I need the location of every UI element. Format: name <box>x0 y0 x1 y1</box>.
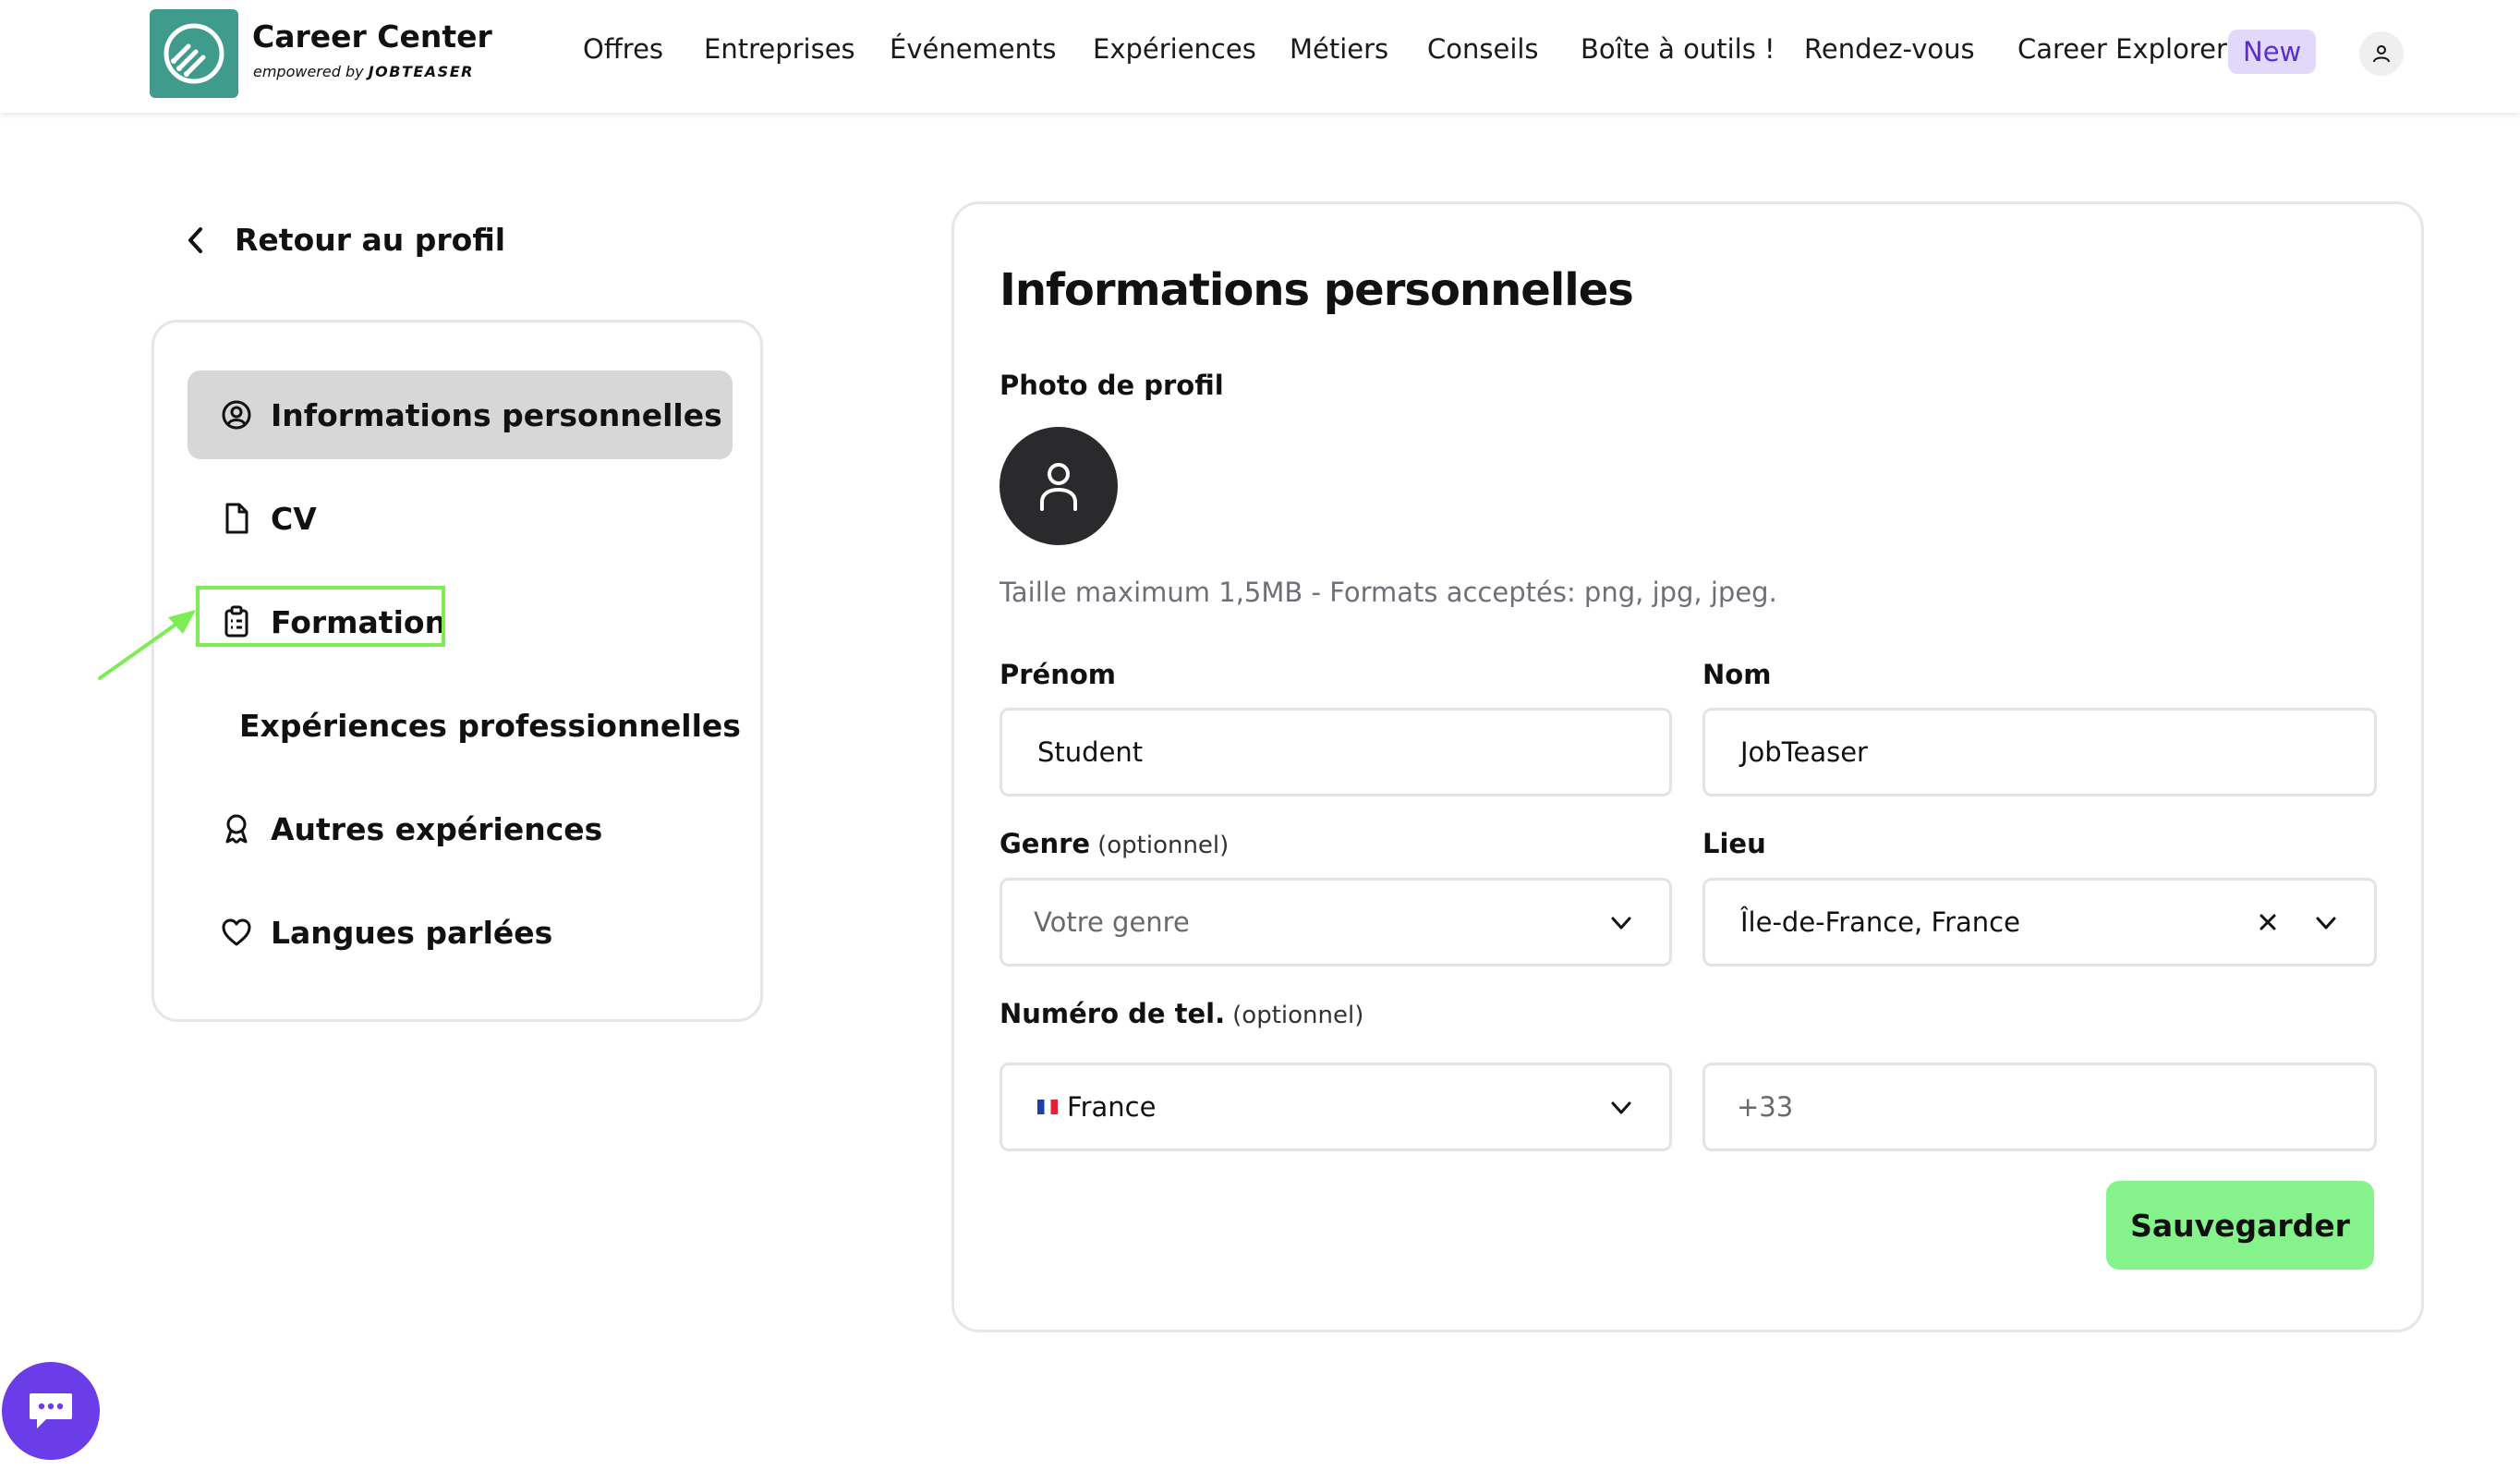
logo-icon <box>164 23 224 84</box>
last-name-value: JobTeaser <box>1740 736 1868 768</box>
gender-placeholder: Votre genre <box>1034 906 1190 938</box>
phone-label: Numéro de tel. (optionnel) <box>1000 998 1364 1029</box>
save-button[interactable]: Sauvegarder <box>2106 1181 2374 1270</box>
phone-number-field[interactable]: +33 <box>1702 1063 2377 1151</box>
sidebar-item-label: CV <box>271 500 317 537</box>
gender-label: Genre (optionnel) <box>1000 828 1230 859</box>
nav-entreprises[interactable]: Entreprises <box>704 33 855 65</box>
sidebar-item-informations-personnelles[interactable]: Informations personnelles <box>188 371 733 459</box>
formation-highlight-box <box>196 586 445 647</box>
profile-photo-upload[interactable] <box>1000 427 1118 545</box>
close-icon[interactable] <box>2256 910 2280 934</box>
back-to-profile-link[interactable]: Retour au profil <box>187 222 505 258</box>
sidebar-item-label: Informations personnelles <box>271 396 722 433</box>
sidebar-item-cv[interactable]: CV <box>188 474 733 563</box>
new-badge: New <box>2228 30 2317 74</box>
sidebar-item-label: Langues parlées <box>271 914 553 951</box>
phone-placeholder: +33 <box>1737 1091 1794 1123</box>
page-title: Informations personnelles <box>1000 264 1634 316</box>
phone-country-select[interactable]: France <box>1000 1063 1672 1151</box>
sidebar-item-label: Autres expériences <box>271 810 603 847</box>
nav-rendez-vous[interactable]: Rendez-vous <box>1804 33 1975 65</box>
chevron-left-icon <box>188 226 202 253</box>
annotation-arrow-icon <box>98 610 196 680</box>
award-icon <box>225 814 248 845</box>
nav-conseils[interactable]: Conseils <box>1427 33 1539 65</box>
sidebar-item-autres-experiences[interactable]: Autres expériences <box>188 784 733 873</box>
career-center-logo[interactable] <box>150 9 238 98</box>
france-flag-icon <box>1037 1100 1058 1114</box>
nav-evenements[interactable]: Événements <box>890 33 1057 65</box>
chevron-down-icon <box>2316 917 2336 930</box>
user-circle-icon <box>222 400 251 430</box>
country-value: France <box>1067 1091 1157 1123</box>
location-label: Lieu <box>1702 828 1766 859</box>
photo-hint: Taille maximum 1,5MB - Formats acceptés:… <box>1000 577 1777 608</box>
chat-support-button[interactable] <box>2 1362 100 1460</box>
photo-label: Photo de profil <box>1000 370 1224 401</box>
sidebar-item-langues-parlees[interactable]: Langues parlées <box>188 888 733 977</box>
document-icon <box>225 503 248 534</box>
chevron-down-icon <box>1611 1101 1631 1114</box>
last-name-field[interactable]: JobTeaser <box>1702 708 2377 796</box>
brand-title: Career Center <box>252 18 492 55</box>
chevron-down-icon <box>1611 917 1631 930</box>
last-name-label: Nom <box>1702 659 1772 690</box>
optional-tag: (optionnel) <box>1097 832 1230 859</box>
profile-sidebar: Informations personnelles CV Formation E… <box>151 320 763 1022</box>
nav-metiers[interactable]: Métiers <box>1290 33 1388 65</box>
first-name-value: Student <box>1037 736 1144 768</box>
nav-experiences[interactable]: Expériences <box>1093 33 1256 65</box>
optional-tag: (optionnel) <box>1232 1002 1364 1029</box>
sidebar-item-label: Expériences professionnelles <box>239 707 741 744</box>
location-select[interactable]: Île-de-France, France <box>1702 878 2377 966</box>
heart-icon <box>222 918 251 946</box>
nav-offres[interactable]: Offres <box>583 33 663 65</box>
sidebar-item-experiences-professionnelles[interactable]: Expériences professionnelles <box>188 681 741 770</box>
back-link-label: Retour au profil <box>235 222 506 258</box>
first-name-label: Prénom <box>1000 659 1117 690</box>
nav-career-explorer[interactable]: Career Explorer <box>2017 33 2227 65</box>
user-icon <box>2373 45 2390 63</box>
nav-boite-a-outils[interactable]: Boîte à outils ! <box>1581 33 1775 65</box>
top-header: Career Center empowered by JOBTEASER Off… <box>0 0 2520 113</box>
chat-bubble-icon <box>30 1393 72 1428</box>
gender-select[interactable]: Votre genre <box>1000 878 1672 966</box>
location-value: Île-de-France, France <box>1740 906 2020 938</box>
first-name-field[interactable]: Student <box>1000 708 1672 796</box>
brand-subtitle: empowered by JOBTEASER <box>253 63 474 80</box>
user-avatar-icon <box>1040 463 1077 511</box>
user-menu-button[interactable] <box>2359 31 2404 76</box>
